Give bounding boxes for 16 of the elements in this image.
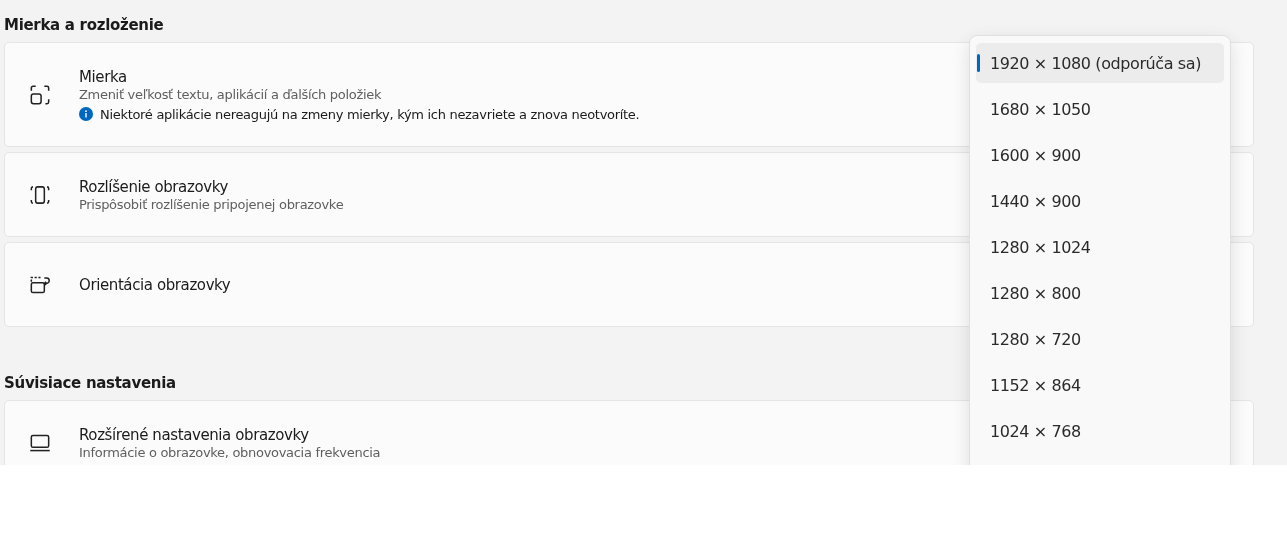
setting-title: Orientácia obrazovky	[79, 275, 231, 294]
setting-description: Zmeniť veľkosť textu, aplikácií a ďalších položiek	[79, 86, 383, 102]
resolution-option[interactable]: 1920 × 1080 (odporúča sa)	[976, 43, 1224, 83]
resolution-option[interactable]: 1024 × 768	[976, 411, 1224, 451]
resolution-option[interactable]: 1280 × 800	[976, 273, 1224, 313]
section-heading: Mierka a rozloženie	[4, 16, 164, 34]
setting-title: Rozlíšenie obrazovky	[79, 177, 229, 196]
setting-title: Mierka	[79, 67, 128, 86]
resolution-option[interactable]: 1680 × 1050	[976, 89, 1224, 129]
info-message: Niektoré aplikácie nereagujú na zmeny mierky, kým ich nezavriete a znova neotvoríte.	[100, 106, 640, 122]
resolution-option[interactable]: 1440 × 900	[976, 181, 1224, 221]
setting-title: Rozšírené nastavenia obrazovky	[79, 425, 310, 444]
section-heading: Súvisiace nastavenia	[4, 374, 176, 392]
setting-description: Informácie o obrazovke, obnovovacia frekvencia	[79, 444, 381, 460]
setting-description: Prispôsobiť rozlíšenie pripojenej obrazovke	[79, 196, 344, 212]
info-icon	[79, 107, 93, 121]
